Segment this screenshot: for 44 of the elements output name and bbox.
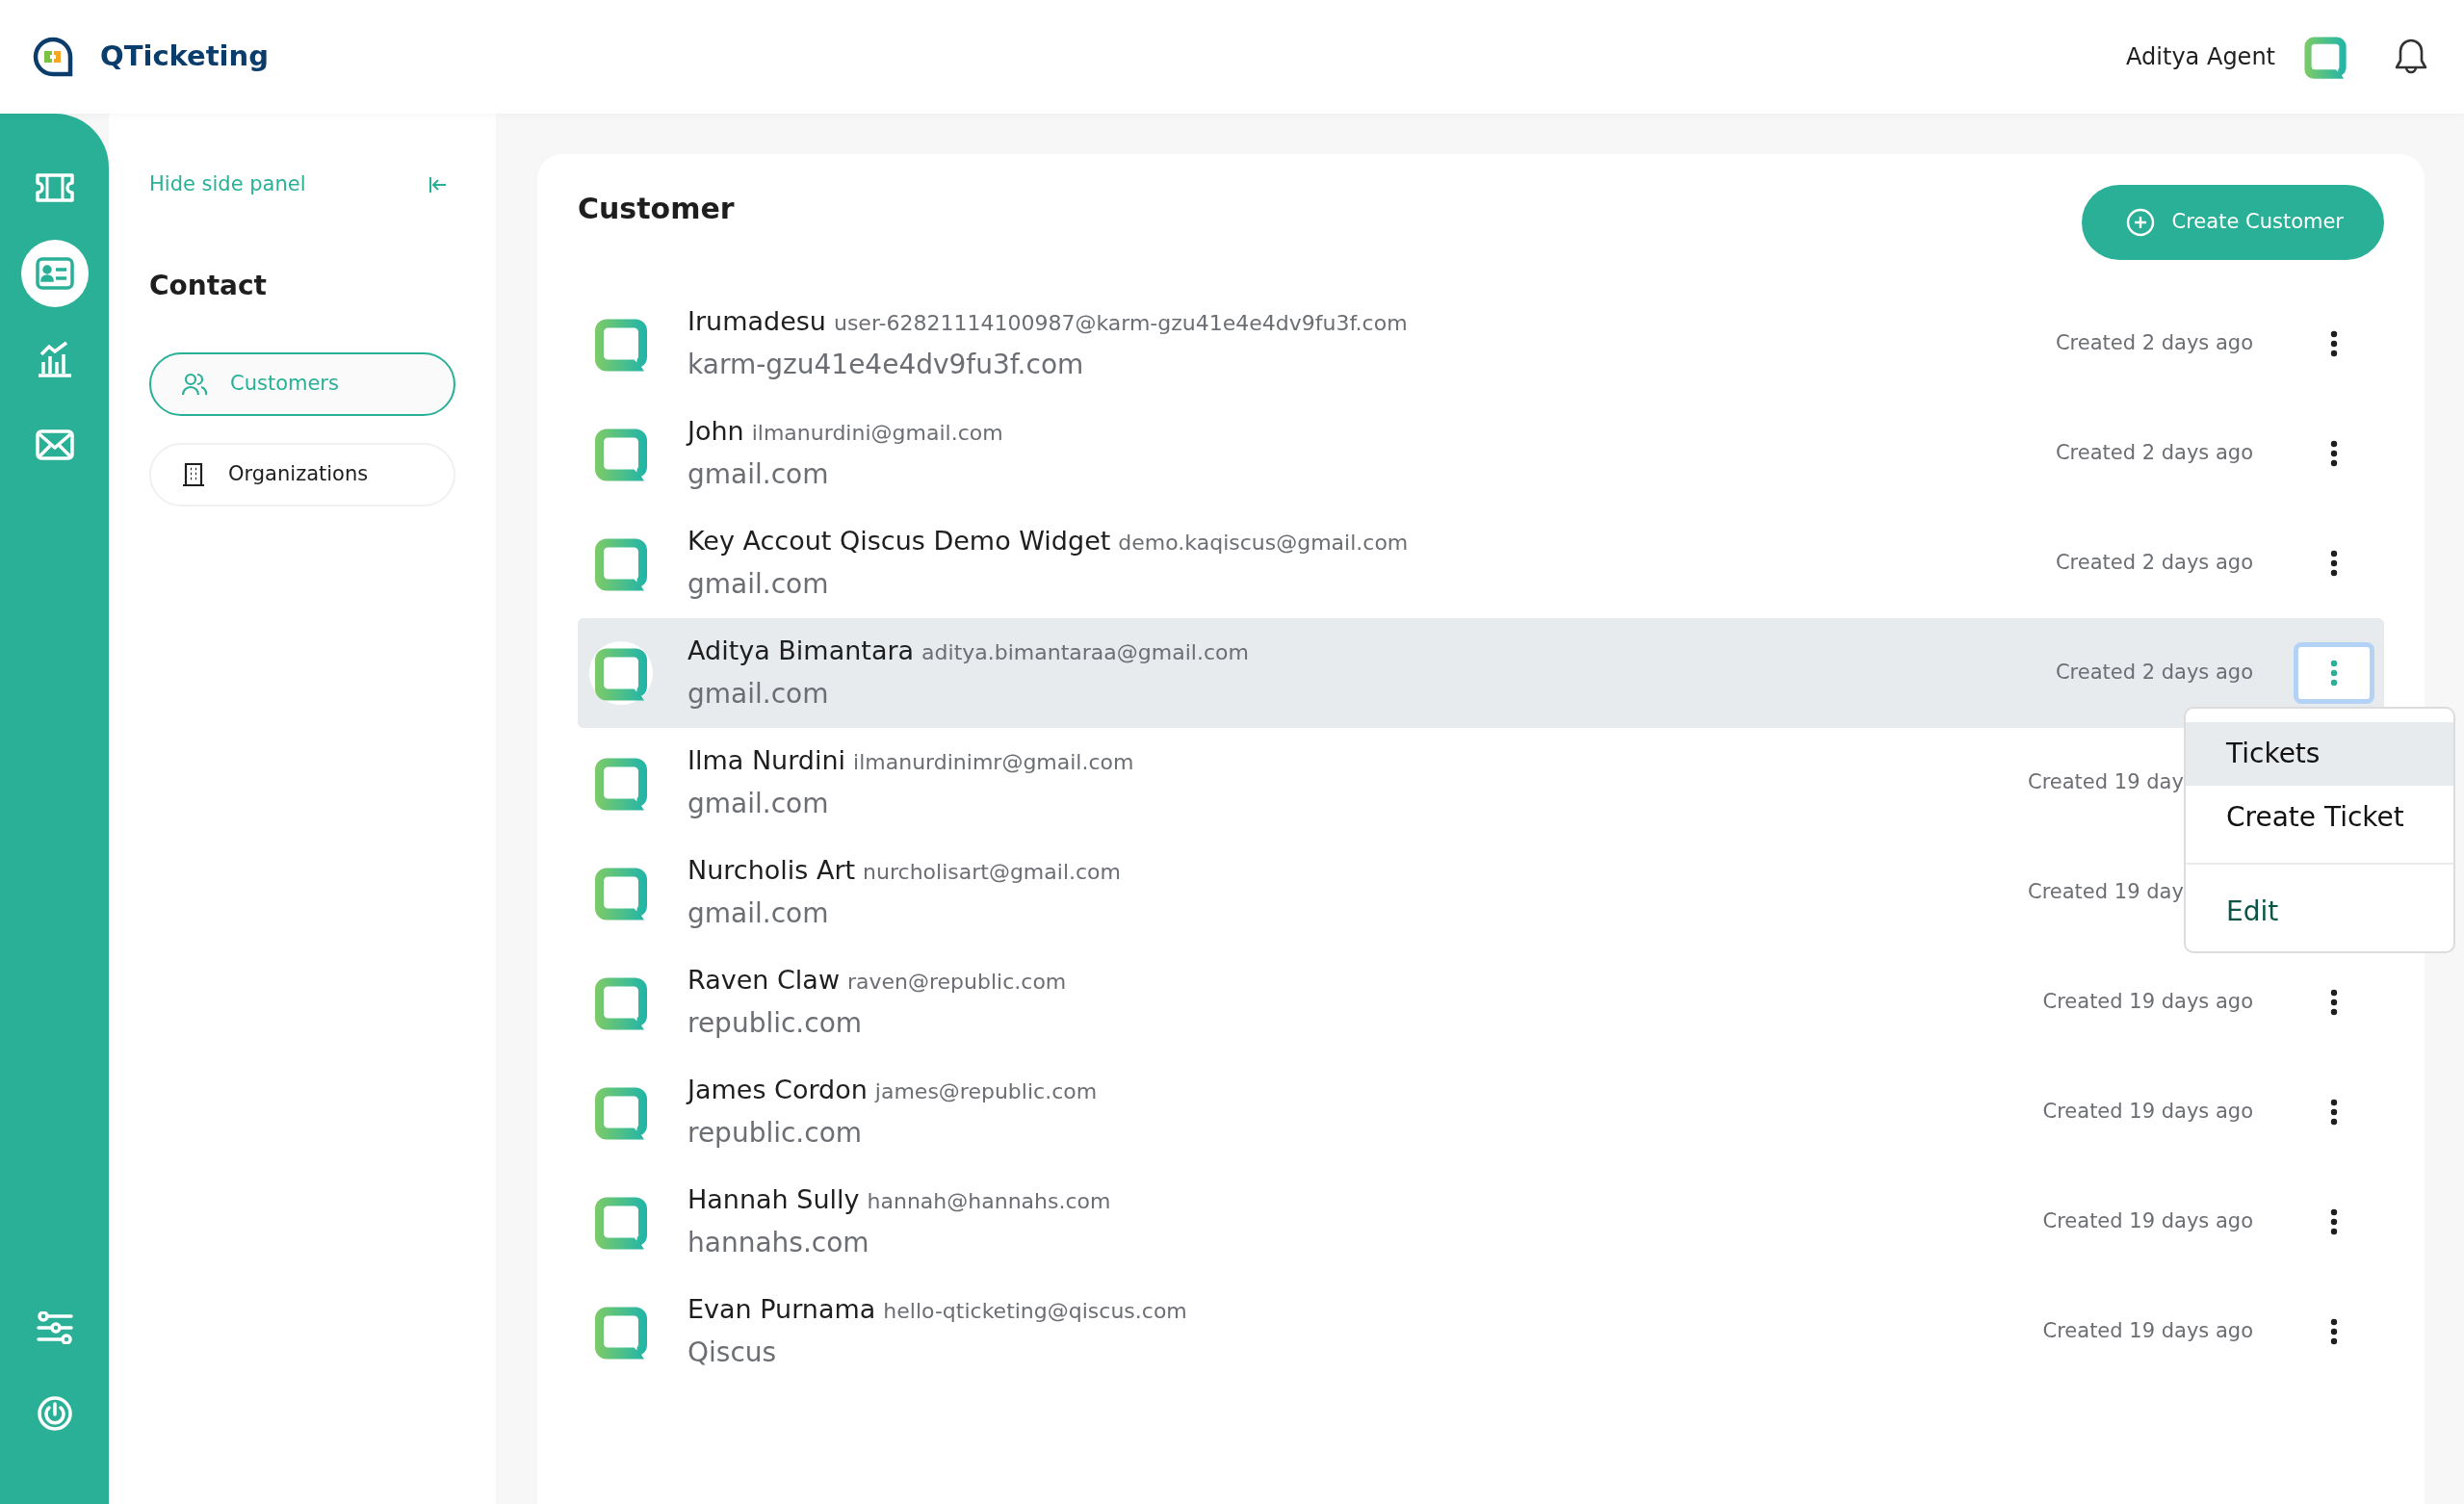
created-time: Created 19 day xyxy=(2028,770,2184,794)
created-time: Created 2 days ago xyxy=(2055,331,2253,355)
customer-name: Evan Purnama xyxy=(687,1292,876,1326)
app-name: QTicketing xyxy=(100,39,269,75)
customer-domain: republic.com xyxy=(687,1006,863,1042)
customer-email: raven@republic.com xyxy=(847,968,1067,996)
created-time: Created 19 day xyxy=(2028,880,2184,904)
customer-email: hello-qticketing@qiscus.com xyxy=(883,1297,1187,1325)
customer-domain: gmail.com xyxy=(687,567,829,603)
page-title: Customer xyxy=(578,191,735,227)
customer-domain: karm-gzu41e4e4dv9fu3f.com xyxy=(687,348,1084,383)
created-time: Created 2 days ago xyxy=(2055,551,2253,575)
customer-name: Irumadesu xyxy=(687,304,826,338)
customer-name: Aditya Bimantara xyxy=(687,634,915,667)
customer-email: james@republic.com xyxy=(874,1077,1098,1105)
customer-domain: gmail.com xyxy=(687,787,829,822)
customer-domain: Qiscus xyxy=(687,1335,777,1371)
created-time: Created 2 days ago xyxy=(2055,661,2253,685)
user-name: Aditya Agent xyxy=(2126,42,2275,72)
customer-name: Ilma Nurdini xyxy=(687,743,846,777)
customer-name: Nurcholis Art xyxy=(687,853,856,887)
customer-domain: gmail.com xyxy=(687,677,829,713)
customer-name: Key Accout Qiscus Demo Widget xyxy=(687,524,1111,558)
customer-name: Raven Claw xyxy=(687,963,840,997)
customer-domain: gmail.com xyxy=(687,457,829,493)
panel-title: Contact xyxy=(149,268,268,303)
customer-email: hannah@hannahs.com xyxy=(867,1187,1111,1215)
created-time: Created 19 days ago xyxy=(2042,1319,2253,1343)
customer-name: Hannah Sully xyxy=(687,1182,860,1216)
created-time: Created 2 days ago xyxy=(2055,441,2253,465)
customer-email: nurcholisart@gmail.com xyxy=(863,858,1121,886)
customer-domain: hannahs.com xyxy=(687,1226,869,1261)
customer-name: James Cordon xyxy=(687,1073,868,1106)
customer-email: user-62821114100987@karm-gzu41e4e4dv9fu3f.com xyxy=(833,309,1408,337)
customer-email: ilmanurdinimr@gmail.com xyxy=(853,748,1134,776)
customer-domain: republic.com xyxy=(687,1116,863,1152)
customer-email: aditya.bimantaraa@gmail.com xyxy=(921,638,1249,666)
created-time: Created 19 days ago xyxy=(2042,990,2253,1014)
customer-domain: gmail.com xyxy=(687,896,829,932)
created-time: Created 19 days ago xyxy=(2042,1209,2253,1233)
created-time: Created 19 days ago xyxy=(2042,1100,2253,1124)
customer-email: demo.kaqiscus@gmail.com xyxy=(1118,529,1409,557)
customer-email: ilmanurdini@gmail.com xyxy=(751,419,1003,447)
customer-name: John xyxy=(687,414,744,448)
